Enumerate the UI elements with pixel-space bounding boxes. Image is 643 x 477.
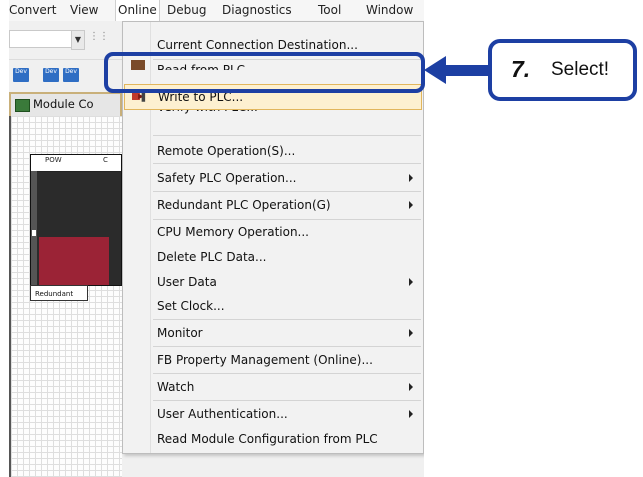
menu-view[interactable]: View [70, 0, 98, 21]
menu-item-user-authentication[interactable]: User Authentication... [123, 401, 423, 427]
pointer-arrow-shaft [440, 65, 488, 76]
dev-tool-icon[interactable]: Dev [63, 68, 79, 82]
plc-module-header: POW C [31, 155, 121, 172]
module-config-icon [15, 99, 30, 112]
menu-item-fb-property-management[interactable]: FB Property Management (Online)... [123, 347, 423, 373]
menu-item-read-module-configuration[interactable]: Read Module Configuration from PLC [123, 426, 423, 452]
menu-online[interactable]: Online [115, 0, 160, 22]
menu-item-remote-operation[interactable]: Remote Operation(S)... [123, 138, 423, 164]
menu-diagnostics[interactable]: Diagnostics [222, 0, 292, 21]
power-slot-label: POW [45, 156, 62, 164]
submenu-arrow-icon [409, 201, 413, 209]
menu-convert[interactable]: Convert [9, 0, 56, 21]
menu-item-redundant-plc-operation[interactable]: Redundant PLC Operation(G) [123, 192, 423, 218]
cpu-slot-label: C [103, 156, 108, 164]
menu-tool[interactable]: Tool [318, 0, 341, 21]
submenu-arrow-icon [409, 278, 413, 286]
toolbar-row-1: ▼ ⋮⋮ [9, 21, 122, 60]
menu-item-delete-plc-data[interactable]: Delete PLC Data... [123, 244, 423, 270]
menu-separator [153, 163, 421, 164]
menu-item-safety-plc-operation[interactable]: Safety PLC Operation... [123, 165, 423, 191]
menu-item-watch[interactable]: Watch [123, 374, 423, 400]
menu-item-user-data[interactable]: User Data [123, 269, 423, 295]
menu-separator [153, 135, 421, 136]
step-number: 7. [511, 56, 531, 82]
module-config-title: Module Co [33, 97, 94, 111]
instruction-callout: 7. Select! [488, 39, 637, 101]
step-instruction: Select! [551, 59, 610, 80]
submenu-arrow-icon [409, 410, 413, 418]
menu-item-monitor[interactable]: Monitor [123, 320, 423, 346]
menu-window[interactable]: Window [366, 0, 413, 21]
menu-item-set-clock[interactable]: Set Clock... [123, 293, 423, 319]
module-config-tab[interactable]: Module Co [9, 92, 122, 116]
indicator-led [32, 230, 36, 236]
dev-tool-icon[interactable]: Dev [13, 68, 29, 82]
toolbar-grip-icon[interactable]: ⋮⋮ [89, 31, 109, 42]
cpu-module [39, 237, 109, 285]
dev-tool-icon[interactable]: Dev [43, 68, 59, 82]
submenu-arrow-icon [409, 383, 413, 391]
power-supply-slot [31, 171, 37, 285]
menu-item-verify-with-plc[interactable]: Verify with PLC... [123, 110, 423, 120]
plc-module-label: Redundant [30, 285, 88, 301]
menu-debug[interactable]: Debug [167, 0, 206, 21]
chevron-down-icon[interactable]: ▼ [71, 30, 85, 50]
highlight-frame [104, 52, 425, 93]
submenu-arrow-icon [409, 174, 413, 182]
plc-module[interactable]: POW C [30, 154, 122, 286]
submenu-arrow-icon [409, 329, 413, 337]
menu-item-cpu-memory-operation[interactable]: CPU Memory Operation... [123, 219, 423, 245]
menu-bar: Convert View Online Debug Diagnostics To… [9, 0, 424, 22]
